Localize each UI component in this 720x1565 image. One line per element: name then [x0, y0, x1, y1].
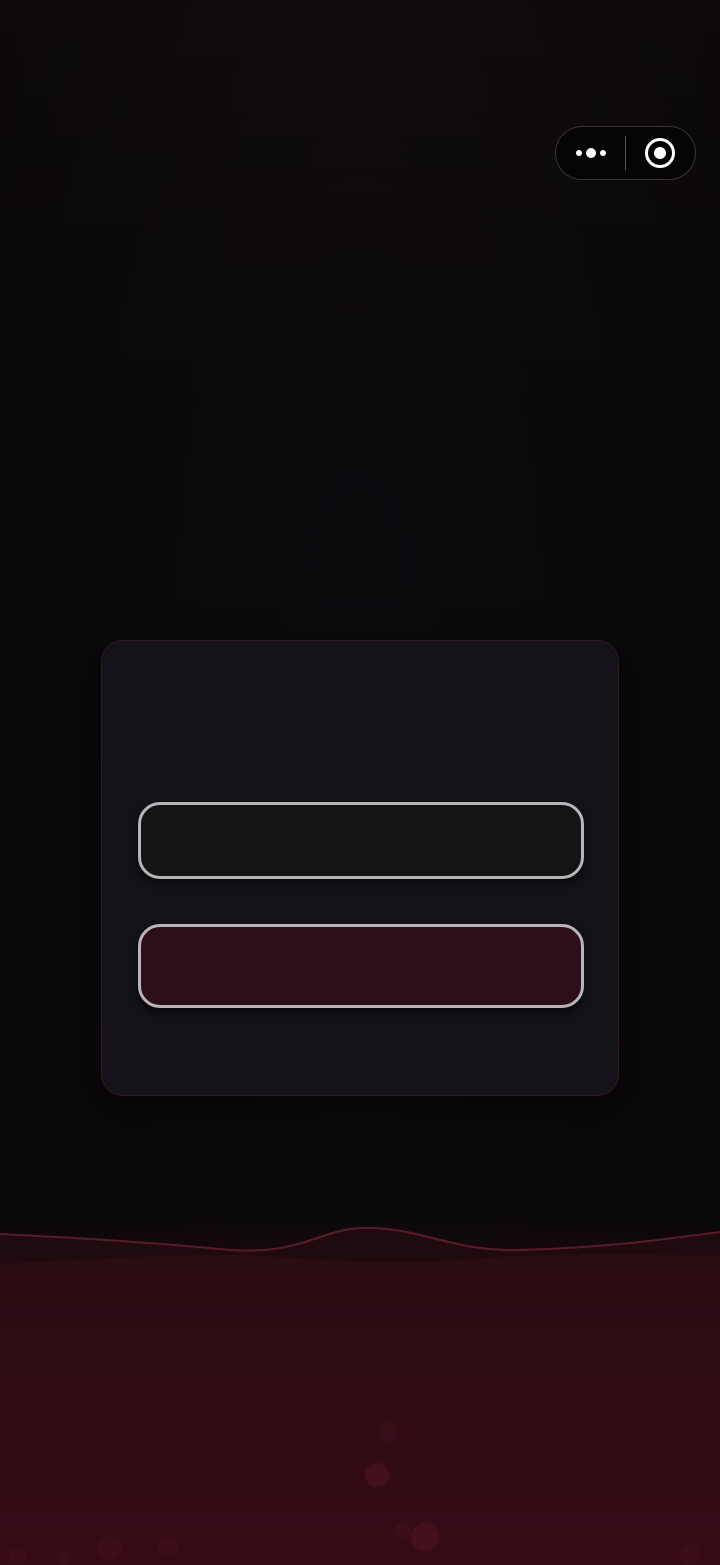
- bubble: [58, 1552, 70, 1564]
- wave-front: [0, 1254, 720, 1565]
- app-screen: [0, 0, 720, 1565]
- bubble: [98, 1536, 122, 1560]
- bubble: [395, 1522, 411, 1538]
- bubble: [680, 1544, 700, 1564]
- secondary-button[interactable]: [138, 924, 584, 1008]
- more-dots-icon: [575, 148, 606, 158]
- bubble: [158, 1536, 178, 1556]
- target-circle-icon: [645, 138, 676, 168]
- primary-button[interactable]: [138, 802, 584, 879]
- more-button[interactable]: [556, 127, 625, 179]
- bubble: [378, 1422, 398, 1442]
- dialog-card: [101, 640, 619, 1096]
- bubble: [411, 1523, 439, 1551]
- bottom-wave-decoration: [0, 1226, 720, 1565]
- bubble: [365, 1463, 389, 1487]
- close-miniprogram-button[interactable]: [626, 127, 695, 179]
- capsule-menu: [555, 126, 696, 180]
- bubble: [10, 1548, 26, 1564]
